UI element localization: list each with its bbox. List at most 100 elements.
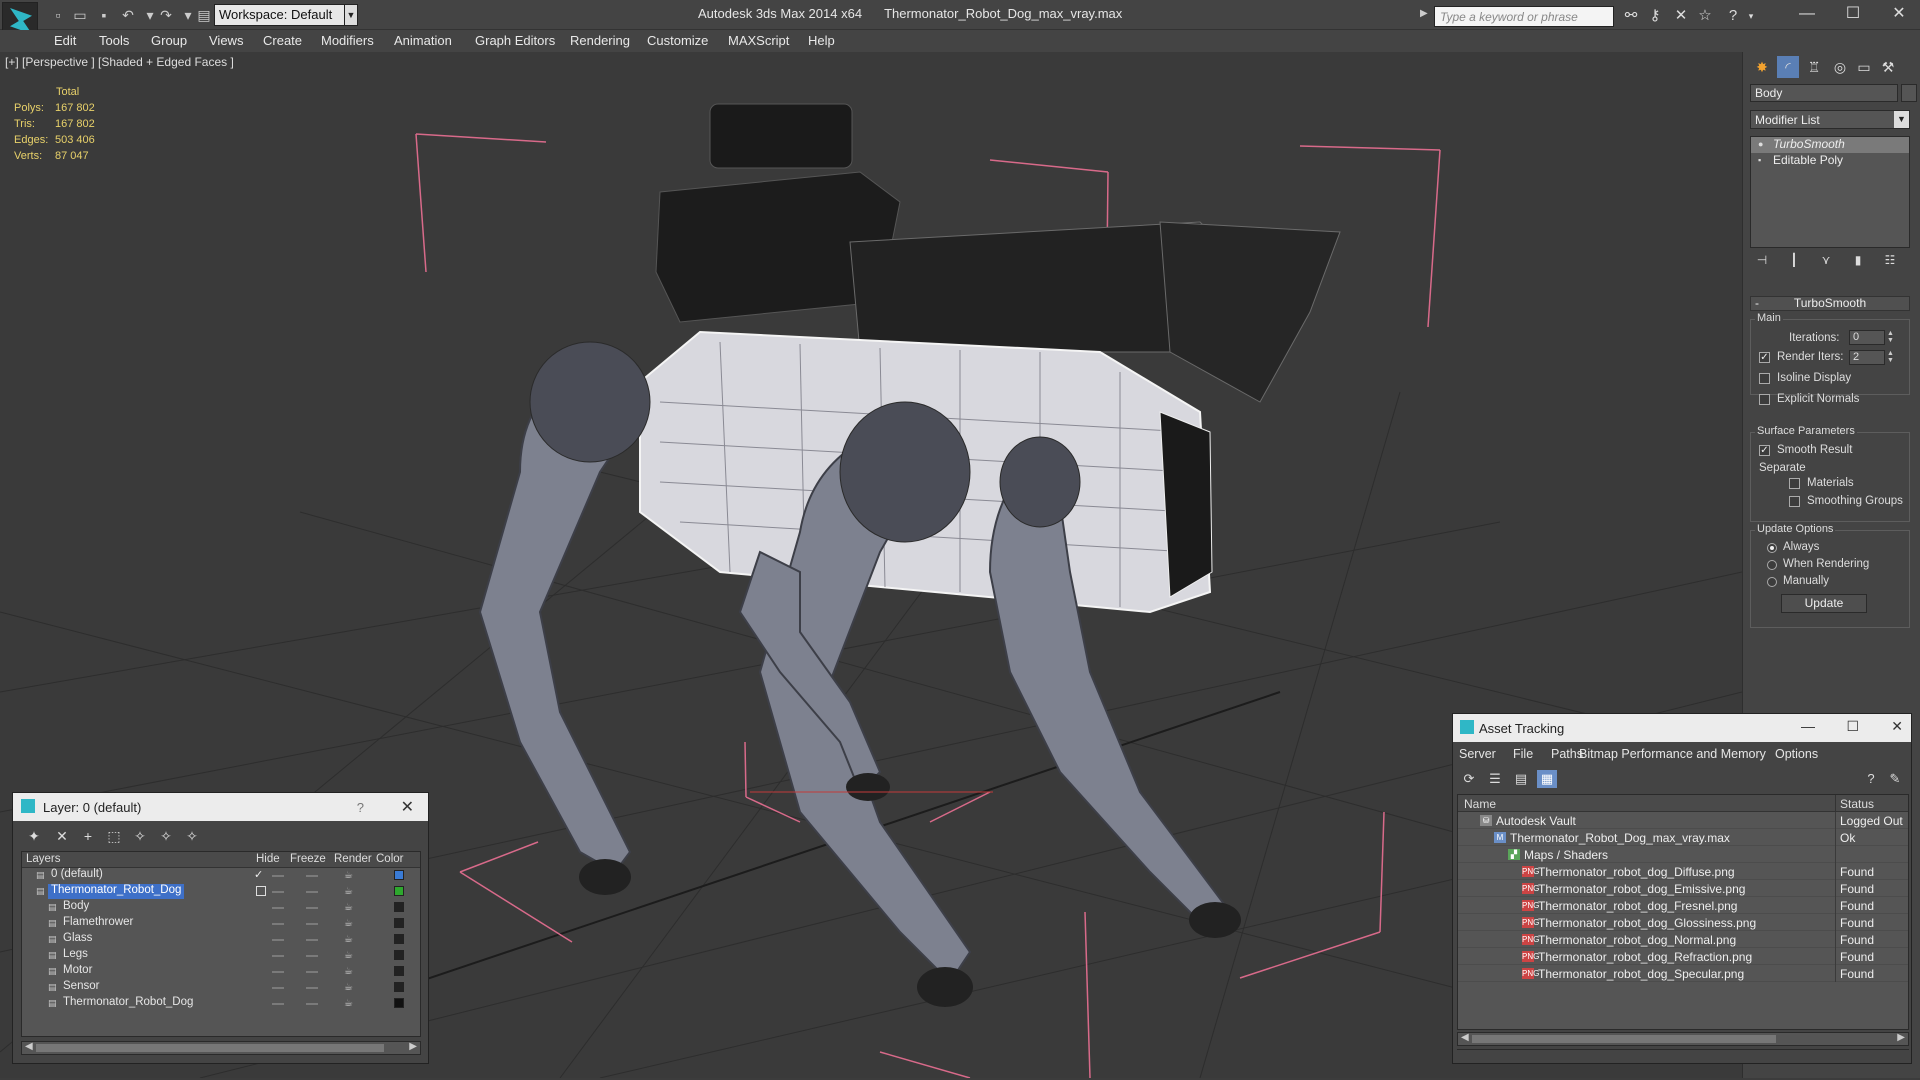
make-unique-icon[interactable]: ⋎ (1815, 253, 1837, 273)
modifier-list-dropdown[interactable]: Modifier List ▼ (1750, 110, 1910, 129)
layer-name[interactable]: Flamethrower (60, 916, 136, 931)
layer-name[interactable]: Legs (60, 948, 91, 963)
connect-icon[interactable]: ✕ (1672, 7, 1690, 25)
horizontal-scrollbar[interactable]: ◀ ▶ (1457, 1032, 1909, 1046)
scroll-left-icon[interactable]: ◀ (25, 1041, 33, 1052)
key-icon[interactable]: ⚷ (1646, 7, 1664, 25)
asset-row[interactable]: ▞ Maps / Shaders (1458, 846, 1908, 863)
asset-row[interactable]: PNG Thermonator_robot_dog_Emissive.png Fou… (1458, 880, 1908, 897)
star-icon[interactable]: ☆ (1696, 7, 1714, 25)
asset-row[interactable]: PNG Thermonator_robot_dog_Glossiness.png F… (1458, 914, 1908, 931)
layer-name[interactable]: Body (60, 900, 92, 915)
layer-color-swatch[interactable] (394, 902, 404, 912)
layer-row[interactable]: ▤ Glass ☕ (22, 932, 420, 948)
freeze-toggle[interactable] (306, 923, 318, 925)
asset-row[interactable]: PNG Thermonator_robot_dog_Specular.png Fou… (1458, 965, 1908, 982)
pin-stack-icon[interactable]: ⊣ (1751, 253, 1773, 273)
stack-item-editable-poly[interactable]: ▪ Editable Poly (1751, 153, 1909, 169)
freeze-toggle[interactable] (306, 875, 318, 877)
hide-toggle[interactable] (272, 1003, 284, 1005)
manually-radio[interactable] (1767, 577, 1777, 587)
freeze-toggle[interactable] (306, 1003, 318, 1005)
iterations-spinner[interactable]: 0 (1849, 330, 1885, 345)
delete-layer-icon[interactable]: ✕ (53, 827, 71, 845)
show-end-result-icon[interactable]: ┃ (1783, 253, 1805, 273)
list-view-icon[interactable]: ☰ (1485, 770, 1505, 788)
stack-item-turbosmooth[interactable]: ● TurboSmooth (1751, 137, 1909, 153)
help-icon[interactable]: ? (1724, 7, 1742, 25)
hide-toggle[interactable] (272, 939, 284, 941)
undo-icon[interactable]: ↶ (118, 6, 138, 24)
create-layer-icon[interactable]: ✦ (25, 827, 43, 845)
hierarchy-tab-icon[interactable]: ♖ (1803, 56, 1825, 78)
asset-menu-server[interactable]: Server (1459, 747, 1496, 761)
menu-customize[interactable]: Customize (647, 33, 708, 48)
menu-animation[interactable]: Animation (394, 33, 452, 48)
isoline-display-checkbox[interactable] (1759, 373, 1770, 384)
menu-tools[interactable]: Tools (99, 33, 129, 48)
layer-name[interactable]: Thermonator_Robot_Dog (48, 884, 185, 899)
freeze-toggle[interactable] (306, 891, 318, 893)
menu-views[interactable]: Views (209, 33, 243, 48)
close-button[interactable]: ✕ (1876, 0, 1920, 30)
search-expand-icon[interactable]: ▶ (1420, 8, 1432, 25)
layer-name[interactable]: 0 (default) (48, 868, 106, 883)
layer-name[interactable]: Glass (60, 932, 95, 947)
column-status[interactable]: Status (1840, 797, 1874, 811)
freeze-toggle[interactable] (306, 987, 318, 989)
column-name[interactable]: Name (1464, 797, 1496, 811)
always-radio[interactable] (1767, 543, 1777, 553)
layer-name[interactable]: Motor (60, 964, 95, 979)
layer-color-swatch[interactable] (394, 998, 404, 1008)
select-objects-icon[interactable]: ⬚ (105, 827, 123, 845)
modify-tab-icon[interactable]: ◜ (1777, 56, 1799, 78)
new-file-icon[interactable]: ▫ (48, 6, 68, 24)
expand-icon[interactable]: ▪ (1758, 155, 1766, 165)
freeze-toggle[interactable] (306, 939, 318, 941)
render-teapot-icon[interactable]: ☕ (344, 887, 354, 897)
hide-toggle[interactable] (272, 891, 284, 893)
render-teapot-icon[interactable]: ☕ (344, 967, 354, 977)
asset-row[interactable]: PNG Thermonator_robot_dog_Diffuse.png Foun… (1458, 863, 1908, 880)
maximize-button[interactable]: ☐ (1846, 718, 1859, 735)
asset-menu-file[interactable]: File (1513, 747, 1533, 761)
render-iters-checkbox[interactable]: ✓ (1759, 352, 1770, 363)
object-color-swatch[interactable] (1901, 84, 1917, 102)
hide-toggle[interactable] (272, 907, 284, 909)
render-teapot-icon[interactable]: ☕ (344, 983, 354, 993)
current-layer-check-icon[interactable]: ✓ (254, 868, 263, 881)
tree-view-icon[interactable]: ▤ (1511, 770, 1531, 788)
workspace-dropdown[interactable]: Workspace: Default▼ (214, 4, 354, 26)
scroll-right-icon[interactable]: ▶ (1897, 1032, 1905, 1043)
add-to-layer-icon[interactable]: + (79, 827, 97, 845)
menu-graph-editors[interactable]: Graph Editors (475, 33, 555, 48)
freeze-toggle[interactable] (306, 907, 318, 909)
spinner-arrows-icon[interactable]: ▲ ▼ (1887, 330, 1895, 345)
freeze-toggle[interactable] (306, 955, 318, 957)
column-freeze[interactable]: Freeze (290, 853, 326, 865)
layer-row[interactable]: ▤ Thermonator_Robot_Dog ☕ (22, 996, 420, 1012)
freeze-toggle[interactable] (306, 971, 318, 973)
refresh-icon[interactable]: ⟳ (1459, 770, 1479, 788)
menu-create[interactable]: Create (263, 33, 302, 48)
object-name-field[interactable]: Body (1750, 84, 1898, 102)
layer-row[interactable]: ▤ Thermonator_Robot_Dog ☕ (22, 884, 420, 900)
layer-color-swatch[interactable] (394, 966, 404, 976)
open-file-icon[interactable]: ▭ (70, 6, 90, 24)
highlight-layer-icon[interactable]: ✧ (131, 827, 149, 845)
table-view-icon[interactable]: ▦ (1537, 770, 1557, 788)
viewport-label[interactable]: [+] [Perspective ] [Shaded + Edged Faces… (5, 55, 234, 69)
layer-color-swatch[interactable] (394, 886, 404, 896)
search-input[interactable]: Type a keyword or phrase (1434, 6, 1614, 27)
robot-dog-model[interactable] (478, 103, 1341, 1007)
workspace-menu-button[interactable]: ▼ (344, 4, 358, 26)
scrollbar-thumb[interactable] (1472, 1035, 1776, 1043)
hide-toggle[interactable] (272, 955, 284, 957)
render-iters-spinner[interactable]: 2 (1849, 350, 1885, 365)
menu-edit[interactable]: Edit (54, 33, 76, 48)
explicit-normals-checkbox[interactable] (1759, 394, 1770, 405)
create-tab-icon[interactable]: ✸ (1751, 56, 1773, 78)
asset-menu-options[interactable]: Options (1775, 747, 1818, 761)
layer-row[interactable]: ▤ Flamethrower ☕ (22, 916, 420, 932)
binoculars-icon[interactable]: ⚯ (1622, 7, 1640, 25)
